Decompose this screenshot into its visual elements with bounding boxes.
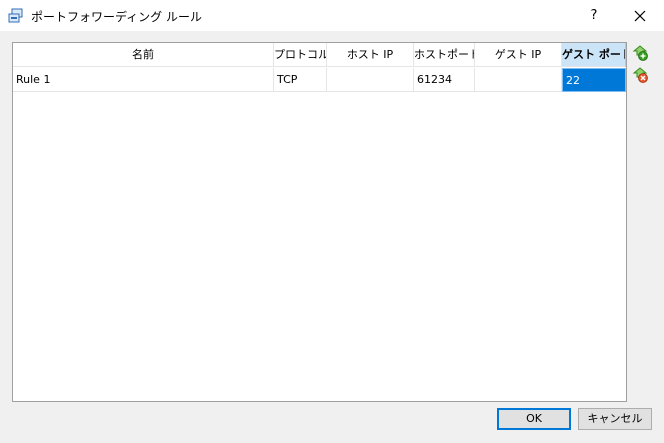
cell-host-port[interactable]: 61234 [414, 68, 475, 92]
port-forwarding-table[interactable]: 名前 プロトコル ホスト IP ホストポート ゲスト IP ゲスト ポート Ru… [12, 42, 627, 402]
cell-host-ip[interactable] [327, 68, 414, 92]
column-header-name[interactable]: 名前 [13, 43, 274, 67]
table-row[interactable]: Rule 1 TCP 61234 22 [13, 68, 626, 92]
cell-protocol[interactable]: TCP [274, 68, 327, 92]
add-rule-icon[interactable] [632, 45, 648, 61]
window-title: ポートフォワーディング ルール [31, 10, 202, 24]
ok-button[interactable]: OK [497, 408, 571, 430]
cancel-button[interactable]: キャンセル [578, 408, 652, 430]
cell-guest-port[interactable]: 22 [562, 68, 626, 92]
cell-guest-ip[interactable] [475, 68, 562, 92]
column-header-guest-port[interactable]: ゲスト ポート [562, 43, 626, 67]
title-bar[interactable]: ポートフォワーディング ルール ? [0, 0, 664, 31]
remove-rule-icon[interactable] [632, 67, 648, 83]
column-header-host-port[interactable]: ホストポート [414, 43, 475, 67]
table-header: 名前 プロトコル ホスト IP ホストポート ゲスト IP ゲスト ポート [13, 43, 626, 68]
app-icon [8, 8, 23, 23]
close-icon [634, 10, 646, 22]
cell-name[interactable]: Rule 1 [13, 68, 274, 92]
column-header-guest-ip[interactable]: ゲスト IP [475, 43, 562, 67]
help-button[interactable]: ? [576, 4, 612, 28]
close-button[interactable] [622, 4, 658, 28]
column-header-host-ip[interactable]: ホスト IP [327, 43, 414, 67]
column-header-protocol[interactable]: プロトコル [274, 43, 327, 67]
